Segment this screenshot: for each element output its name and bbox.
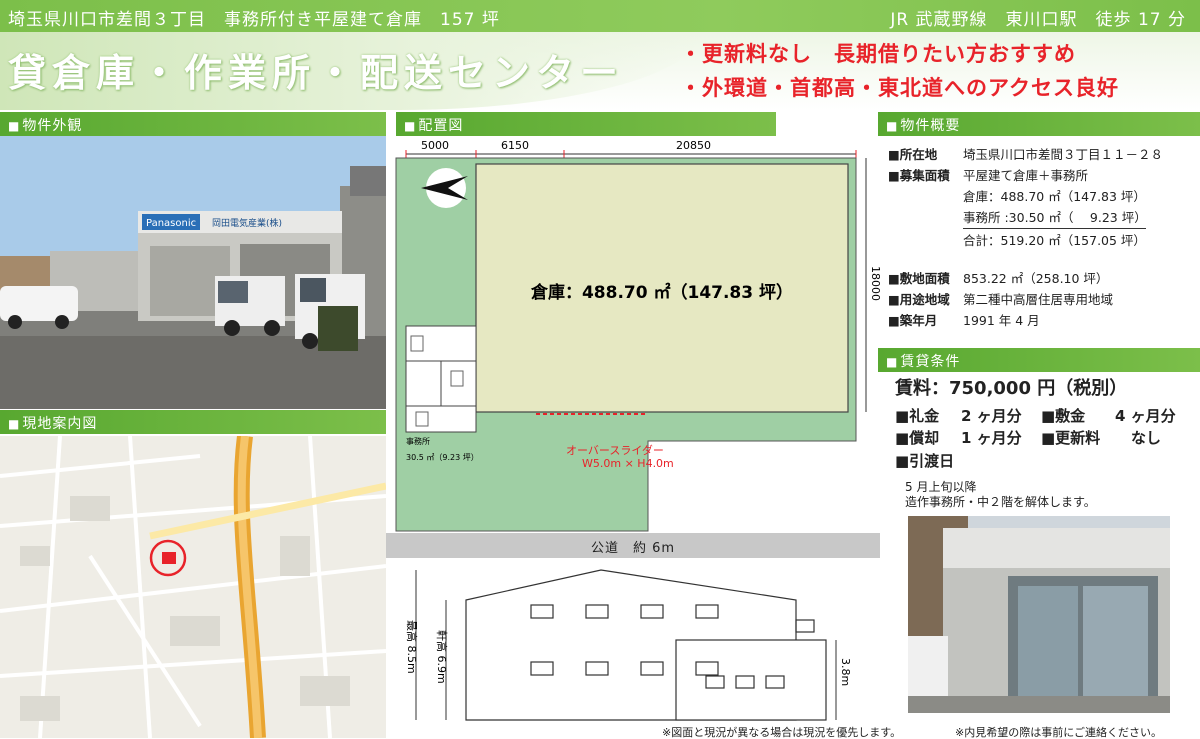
hero-banner: 貸倉庫・作業所・配送センター ・更新料なし 長期借りたい方おすすめ ・外環道・首… [0,32,1200,110]
plan-dim-1: 5000 [421,139,449,152]
handover-key: ■引渡日 [895,452,955,470]
location-map-drawing [0,436,386,738]
land-key: ■敷地面積 [888,271,950,286]
reikin-value: 2 ヶ月分 [961,407,1022,425]
office-area-label: 30.5 ㎡（9.23 坪） [406,453,479,462]
selling-point-1: ・更新料なし 長期借りたい方おすすめ [680,42,1076,66]
elevation-drawing: 最高 8.5m 軒高 6.9m 3.8m [386,560,880,730]
land-value: 853.22 ㎡（258.10 坪） [963,271,1109,286]
zone-value: 第二種中高層住居専用地域 [963,292,1114,307]
footer-note-2: ※内見希望の際は事前にご連絡ください。 [955,726,1162,739]
section-lease: 賃貸条件 [878,348,1200,372]
eave-height-label: 軒高 6.9m [435,630,449,684]
low-height-label: 3.8m [839,658,852,686]
door-label-2: W5.0m × H4.0m [582,457,674,470]
exterior-photo-drawing: Panasonic 岡田電気産業(株) [0,136,386,409]
koshin-key: ■更新料 [1041,429,1101,447]
office-photo [908,516,1170,713]
section-site-plan: 配置図 [396,112,776,136]
location-map [0,436,386,738]
area-key: ■募集面積 [888,168,950,183]
address-value: 埼玉県川口市差間３丁目１１－２８ [963,147,1164,162]
site-plan: 5000 6150 20850 倉庫：488.70 ㎡（147.83 坪） 事務… [386,136,886,556]
section-map: 現地案内図 [0,410,386,434]
area-total: 合計：519.20 ㎡（157.05 坪） [963,228,1146,249]
office-photo-drawing [908,516,1170,713]
office-label: 事務所 [406,436,430,446]
door-label-1: オーバースライダー [566,443,664,457]
plan-dim-2: 6150 [501,139,529,152]
exterior-photo: Panasonic 岡田電気産業(株) [0,136,386,409]
reikin-key: ■礼金 [895,407,940,425]
footer-note-1: ※図面と現況が異なる場合は現況を優先します。 [662,726,902,739]
area-value: 平屋建て倉庫＋事務所 [963,168,1089,183]
shikikin-value: 4 ヶ月分 [1115,407,1176,425]
site-plan-drawing: 5000 6150 20850 倉庫：488.70 ㎡（147.83 坪） 事務… [395,139,882,532]
station-access: JR 武蔵野線 東川口駅 徒歩 17 分 [890,10,1186,30]
address-key: ■所在地 [888,147,938,162]
handover-note-2: 造作事務所・中２階を解体します。 [905,495,1096,509]
sign-company: 岡田電気産業(株) [212,217,282,229]
section-exterior: 物件外観 [0,112,386,136]
shokyaku-key: ■償却 [895,429,940,447]
location-title: 埼玉県川口市差間３丁目 事務所付き平屋建て倉庫 157 坪 [8,10,500,30]
public-road: 公道 約 6m [386,533,880,558]
shokyaku-value: 1 ヶ月分 [961,429,1022,447]
built-value: 1991 年 4 月 [963,313,1040,328]
sign-panasonic: Panasonic [146,218,196,229]
elevation-svg: 最高 8.5m 軒高 6.9m 3.8m [405,569,852,721]
koshin-value: なし [1131,429,1162,447]
shikikin-key: ■敷金 [1041,407,1086,425]
area-warehouse: 倉庫：488.70 ㎡（147.83 坪） [963,189,1146,204]
zone-key: ■用途地域 [888,292,950,307]
rent-price: 賃料：750,000 円（税別） [895,378,1128,399]
section-overview: 物件概要 [878,112,1200,136]
max-height-label: 最高 8.5m [405,620,419,674]
plan-dim-side: 18000 [869,266,882,301]
hero-title: 貸倉庫・作業所・配送センター [8,51,625,95]
selling-point-2: ・外環道・首都高・東北道へのアクセス良好 [680,76,1119,100]
built-key: ■築年月 [888,313,938,328]
plan-dim-3: 20850 [676,139,711,152]
warehouse-area-label: 倉庫：488.70 ㎡（147.83 坪） [530,282,793,303]
area-office: 事務所 :30.50 ㎡（ 9.23 坪） [963,210,1147,225]
top-banner: 埼玉県川口市差間３丁目 事務所付き平屋建て倉庫 157 坪 JR 武蔵野線 東川… [0,0,1200,32]
